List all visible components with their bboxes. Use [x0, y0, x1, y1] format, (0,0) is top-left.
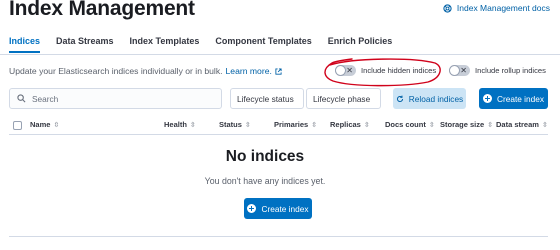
tab-data-streams[interactable]: Data Streams [56, 30, 114, 53]
column-header-primaries[interactable]: Primaries ⇳ [274, 120, 317, 129]
learn-more-link[interactable]: Learn more. [226, 66, 272, 76]
include-rollup-toggle[interactable]: ✕ Include rollup indices [449, 65, 546, 76]
column-label: Health [164, 120, 187, 129]
switch-off-icon: ✕ [346, 66, 353, 75]
empty-state-title: No indices [225, 148, 305, 165]
lifecycle-phase-label: Lifecycle phase [313, 93, 371, 104]
docs-link-label: Index Management docs [456, 3, 550, 13]
rollup-switch[interactable]: ✕ [449, 65, 470, 76]
reload-indices-button[interactable]: Reload indices [393, 88, 466, 109]
column-header-replicas[interactable]: Replicas ⇳ [330, 120, 370, 129]
column-label: Name [30, 120, 51, 129]
refresh-icon [396, 95, 403, 102]
tab-enrich-policies[interactable]: Enrich Policies [328, 30, 393, 53]
sort-icon: ⇳ [363, 121, 370, 129]
lifecycle-phase-filter[interactable]: Lifecycle phase [306, 88, 381, 109]
tab-indices[interactable]: Indices [9, 30, 41, 53]
create-index-label: Create index [261, 203, 309, 214]
column-label: Data stream [496, 120, 539, 129]
column-label: Primaries [274, 120, 309, 129]
lifecycle-status-label: Lifecycle status [237, 93, 294, 104]
external-link-icon [275, 67, 282, 75]
tab-bar: Indices Data Streams Index Templates Com… [9, 30, 408, 53]
select-all-checkbox[interactable] [13, 121, 22, 130]
tab-component-templates[interactable]: Component Templates [215, 30, 311, 53]
search-placeholder: Search [32, 93, 59, 104]
page-description: Update your Elasticsearch indices indivi… [9, 66, 282, 76]
create-index-label: Create index [496, 93, 545, 104]
include-hidden-toggle[interactable]: ✕ Include hidden indices [335, 65, 436, 76]
reload-label: Reload indices [408, 93, 464, 104]
lifecycle-status-filter[interactable]: Lifecycle status [230, 88, 304, 109]
create-index-button[interactable]: Create index [479, 88, 548, 109]
empty-state-body: You don't have any indices yet. [204, 176, 326, 186]
search-icon [17, 94, 26, 103]
column-header-status[interactable]: Status ⇳ [219, 120, 251, 129]
empty-state-create-index-button[interactable]: Create index [244, 198, 312, 219]
column-label: Docs count [385, 120, 426, 129]
column-header-storage-size[interactable]: Storage size ⇳ [440, 120, 493, 129]
include-hidden-label: Include hidden indices [361, 66, 437, 75]
switch-off-icon: ✕ [460, 66, 467, 75]
table-bottom-divider [9, 236, 548, 237]
column-label: Storage size [440, 120, 485, 129]
page-title: Index Management [9, 0, 195, 20]
column-label: Replicas [330, 120, 361, 129]
column-header-data-stream[interactable]: Data stream ⇳ [496, 120, 548, 129]
tab-index-templates[interactable]: Index Templates [130, 30, 200, 53]
column-header-docs-count[interactable]: Docs count ⇳ [385, 120, 435, 129]
switch-knob [450, 66, 459, 75]
search-input[interactable]: Search [9, 88, 222, 109]
table-header: Name ⇳ Health ⇳ Status ⇳ Primaries ⇳ Replica… [9, 117, 548, 135]
sort-icon: ⇳ [541, 121, 548, 129]
sort-icon: ⇳ [487, 121, 494, 129]
plus-circle-icon [247, 204, 257, 213]
column-header-health[interactable]: Health ⇳ [164, 120, 196, 129]
hidden-switch[interactable]: ✕ [335, 65, 356, 76]
include-rollup-label: Include rollup indices [475, 66, 546, 75]
sort-icon: ⇳ [189, 121, 196, 129]
switch-knob [336, 66, 345, 75]
plus-circle-icon [482, 94, 492, 103]
description-text: Update your Elasticsearch indices indivi… [9, 66, 223, 76]
sort-icon: ⇳ [428, 121, 435, 129]
column-header-name[interactable]: Name ⇳ [30, 120, 59, 129]
sort-icon: ⇳ [244, 121, 251, 129]
docs-link[interactable]: Index Management docs [443, 3, 550, 13]
sort-icon: ⇳ [311, 121, 318, 129]
column-label: Status [219, 120, 242, 129]
sort-icon: ⇳ [53, 121, 60, 129]
docs-icon [443, 3, 452, 13]
tabs-divider [0, 54, 560, 55]
